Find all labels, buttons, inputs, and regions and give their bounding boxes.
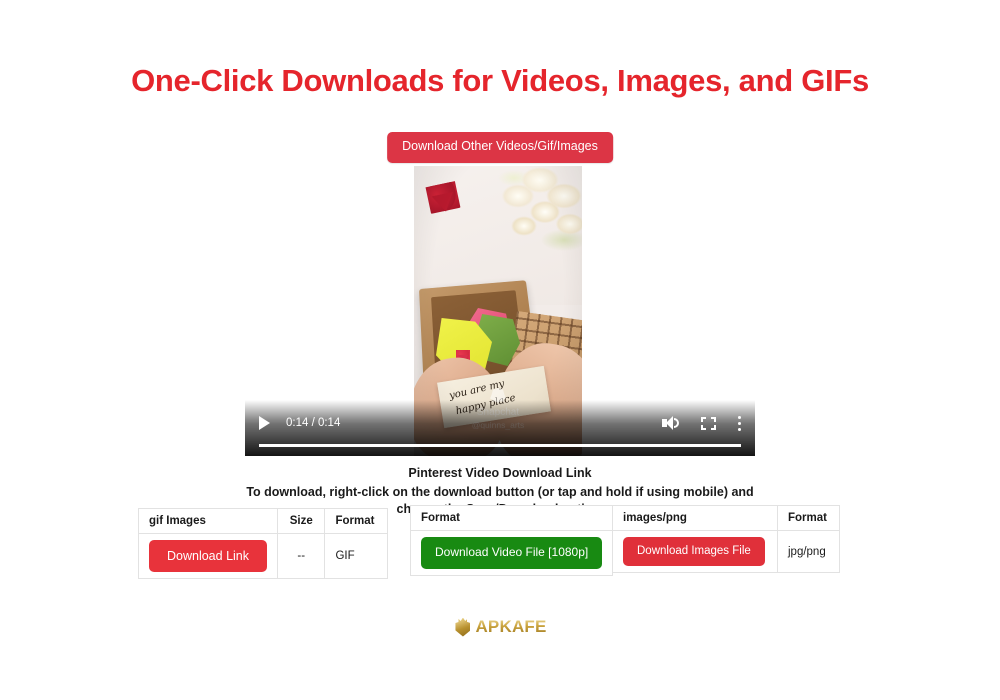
gif-format-value: GIF [324,532,388,580]
gif-download-cell: Download Link [138,532,278,580]
column-header-images-png: images/png [612,505,778,531]
gif-downloads-table: gif Images Size Format Download Link -- … [138,508,388,580]
column-header-size: Size [276,508,326,534]
gif-size-value: -- [276,532,326,580]
fullscreen-icon [701,416,716,430]
images-download-cell: Download Images File [612,529,778,574]
play-icon[interactable] [259,416,270,430]
video-controls: 0:14 / 0:14 [245,400,755,456]
video-player[interactable]: you are my happy place Snapchat @quinns_… [245,166,755,456]
table-header-row: gif Images Size Format [138,508,388,534]
column-header-format: Format [324,508,388,534]
page-root: One-Click Downloads for Videos, Images, … [0,0,1000,700]
volume-icon [662,416,679,430]
download-video-file-button[interactable]: Download Video File [1080p] [421,537,603,569]
video-download-cell: Download Video File [1080p] [409,530,614,576]
images-format-value: jpg/png [777,529,840,574]
download-link-title: Pinterest Video Download Link [408,466,592,480]
table-row: Download Link -- GIF [138,532,388,580]
progress-fill [259,444,741,447]
table-header-row: images/png Format [612,505,840,531]
column-header-gif-images: gif Images [138,508,278,534]
kebab-menu-icon [738,415,741,431]
download-images-file-button[interactable]: Download Images File [623,537,765,567]
progress-bar[interactable] [259,444,741,447]
video-downloads-table: Format Download Video File [1080p] [409,505,614,576]
site-logo[interactable]: APKAFE [0,617,1000,637]
fullscreen-button[interactable] [701,416,716,430]
download-link-button[interactable]: Download Link [149,540,267,573]
more-options-button[interactable] [738,415,741,431]
brand-name: APKAFE [475,617,547,636]
column-header-format: Format [777,505,840,531]
table-row: Download Images File jpg/png [612,529,840,574]
volume-button[interactable] [662,416,679,430]
image-downloads-table: images/png Format Download Images File j… [612,505,840,574]
page-title: One-Click Downloads for Videos, Images, … [131,63,869,98]
table-header-row: Format [409,505,614,531]
table-row: Download Video File [1080p] [409,530,614,576]
apkafe-crown-shield-icon [453,617,472,637]
column-header-format: Format [409,505,614,531]
download-other-media-button[interactable]: Download Other Videos/Gif/Images [387,132,613,163]
time-display: 0:14 / 0:14 [286,417,341,429]
